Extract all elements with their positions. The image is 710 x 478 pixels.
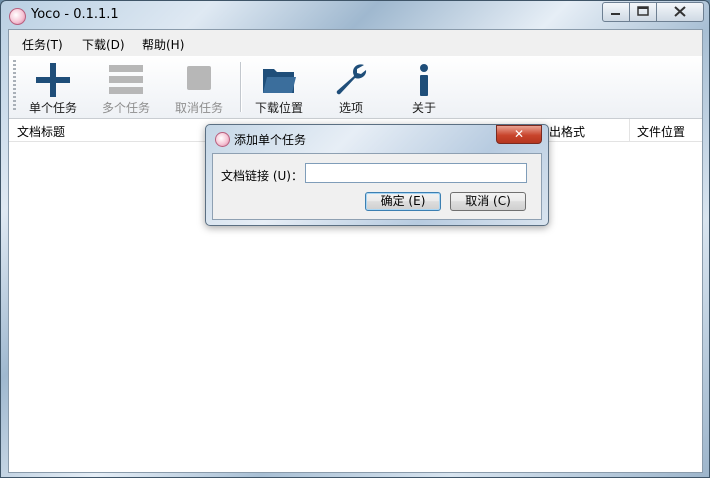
column-divider[interactable] (629, 119, 630, 141)
maximize-icon (637, 6, 649, 16)
dialog-close-button[interactable]: ✕ (496, 125, 542, 144)
add-multiple-tasks-label: 多个任务 (101, 101, 150, 115)
stop-icon (187, 66, 211, 90)
column-file-location[interactable]: 文件位置 (637, 123, 685, 140)
toolbar-grip[interactable] (13, 60, 16, 112)
title-bar[interactable]: Yoco - 0.1.1.1 (1, 1, 709, 29)
main-window: Yoco - 0.1.1.1 任务(T) 下载(D) 帮助(H) 单个任务 多个… (0, 0, 710, 478)
dialog-title: 添加单个任务 (234, 133, 307, 147)
window-title: Yoco - 0.1.1.1 (31, 7, 119, 22)
close-icon: ✕ (513, 127, 525, 141)
close-button[interactable] (656, 2, 704, 22)
menu-download[interactable]: 下载(D) (82, 36, 125, 53)
close-icon (674, 6, 686, 17)
download-location-button[interactable]: 下载位置 (243, 58, 315, 116)
options-button[interactable]: 选项 (315, 58, 387, 116)
app-logo-icon (9, 8, 26, 25)
url-label: 文档链接 (U)： (221, 169, 303, 183)
menu-bar: 任务(T) 下载(D) 帮助(H) (9, 30, 702, 56)
toolbar: 单个任务 多个任务 取消任务 下载位置 选项 关于 (9, 56, 702, 119)
add-multiple-tasks-button[interactable]: 多个任务 (90, 58, 162, 116)
column-document-title[interactable]: 文档标题 (17, 123, 65, 140)
add-single-task-label: 单个任务 (28, 101, 77, 115)
add-single-task-button[interactable]: 单个任务 (17, 58, 89, 116)
minimize-icon (611, 13, 620, 15)
list-icon (109, 65, 143, 94)
dialog-logo-icon (215, 132, 230, 147)
about-button[interactable]: 关于 (388, 58, 460, 116)
cancel-task-button[interactable]: 取消任务 (163, 58, 235, 116)
client-area: 任务(T) 下载(D) 帮助(H) 单个任务 多个任务 取消任务 下载位置 选项… (8, 29, 703, 473)
maximize-button[interactable] (629, 2, 657, 22)
url-input[interactable] (305, 163, 527, 183)
cancel-task-label: 取消任务 (174, 101, 223, 115)
download-location-label: 下载位置 (254, 101, 303, 115)
about-label: 关于 (411, 101, 436, 115)
folder-icon (263, 69, 296, 93)
dialog-body: 文档链接 (U)： 确定 (E) 取消 (C) (212, 153, 542, 220)
options-label: 选项 (338, 101, 363, 115)
plus-icon (36, 63, 70, 97)
wrench-icon (336, 64, 367, 95)
menu-help[interactable]: 帮助(H) (142, 36, 184, 53)
ok-button[interactable]: 确定 (E) (365, 192, 441, 211)
column-output-format[interactable]: 出格式 (549, 123, 585, 140)
info-icon (420, 64, 428, 96)
menu-task[interactable]: 任务(T) (22, 36, 63, 53)
add-single-task-dialog: 添加单个任务 ✕ 文档链接 (U)： 确定 (E) 取消 (C) (205, 124, 549, 226)
cancel-button[interactable]: 取消 (C) (450, 192, 526, 211)
toolbar-separator (240, 62, 241, 112)
minimize-button[interactable] (602, 2, 630, 22)
